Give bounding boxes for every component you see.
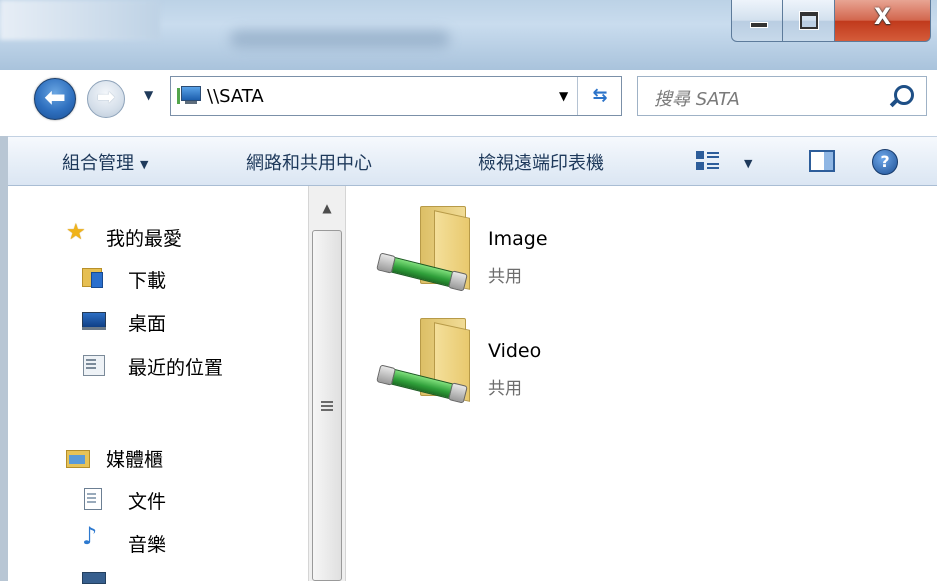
file-list: Image 共用 Video 共用 [346, 186, 937, 581]
desktop-icon [82, 312, 106, 330]
folder-name: Image [488, 228, 548, 250]
minimize-button[interactable] [731, 0, 783, 42]
forward-arrow-icon: ➡ [96, 85, 116, 110]
folder-type: 共用 [488, 379, 522, 399]
recent-places-icon [82, 354, 105, 376]
organize-label: 組合管理 [62, 153, 134, 174]
command-bar: 組合管理 ▼ 網路和共用中心 檢視遠端印表機 ▼ ? [8, 136, 937, 186]
address-dropdown-button[interactable]: ▼ [559, 89, 568, 103]
chevron-down-icon: ▼ [744, 156, 753, 170]
title-bar-blur-center [230, 30, 450, 48]
downloads-folder-icon [82, 266, 103, 288]
change-view-icon[interactable] [696, 151, 720, 173]
network-computer-icon [177, 86, 201, 106]
close-button[interactable]: X [835, 0, 931, 42]
preview-pane-icon[interactable] [809, 150, 835, 172]
libraries-icon [66, 450, 90, 468]
folder-type: 共用 [488, 267, 522, 287]
back-arrow-icon: ⬅ [44, 83, 66, 113]
refresh-button[interactable]: ⇆ [577, 77, 622, 115]
search-input[interactable]: 搜尋 SATA [654, 85, 740, 111]
views-dropdown-button[interactable]: ▼ [738, 152, 752, 173]
close-icon: X [874, 5, 891, 30]
address-path[interactable]: \\SATA [207, 86, 264, 107]
maximize-icon [800, 12, 818, 29]
refresh-icon: ⇆ [592, 85, 608, 106]
shared-folder-item[interactable]: Video 共用 [381, 298, 782, 408]
address-bar[interactable]: \\SATA ▼ ⇆ [170, 76, 622, 116]
sidebar-item-desktop[interactable]: 桌面 [128, 309, 166, 336]
back-button[interactable]: ⬅ [34, 78, 76, 120]
sidebar-item-music[interactable]: 音樂 [128, 530, 166, 557]
shared-folder-item[interactable]: Image 共用 [381, 186, 782, 296]
view-remote-printers-button[interactable]: 檢視遠端印表機 [478, 149, 604, 175]
documents-icon [84, 488, 102, 510]
window-left-edge [0, 136, 8, 581]
folder-name: Video [488, 340, 542, 362]
navigation-scrollbar[interactable]: ▲ [308, 186, 346, 581]
scroll-up-button[interactable]: ▲ [309, 186, 345, 230]
scroll-thumb[interactable] [312, 230, 342, 581]
chevron-down-icon: ▼ [140, 157, 149, 171]
help-icon[interactable]: ? [872, 149, 898, 175]
maximize-button[interactable] [783, 0, 835, 42]
sidebar-item-downloads[interactable]: 下載 [128, 266, 166, 293]
network-sharing-center-button[interactable]: 網路和共用中心 [246, 149, 372, 175]
sidebar-item-libraries[interactable]: 媒體櫃 [106, 445, 163, 472]
music-icon: ♪ [82, 522, 98, 550]
title-bar[interactable]: X [0, 0, 937, 70]
videos-icon [82, 572, 106, 584]
organize-menu-button[interactable]: 組合管理 ▼ [62, 149, 148, 175]
scroll-grip-icon [321, 401, 333, 403]
sidebar-item-favorites[interactable]: 我的最愛 [106, 224, 182, 251]
navigation-pane: ★ 我的最愛 下載 桌面 最近的位置 媒體櫃 文件 ♪ 音樂 [8, 186, 308, 584]
minimize-icon [750, 22, 768, 28]
sidebar-item-recent-places[interactable]: 最近的位置 [128, 353, 223, 380]
sidebar-item-documents[interactable]: 文件 [128, 487, 166, 514]
search-icon[interactable] [894, 85, 914, 105]
recent-pages-dropdown[interactable]: ▼ [144, 88, 153, 102]
search-box[interactable]: 搜尋 SATA [637, 76, 927, 116]
title-bar-blur-left [0, 0, 160, 40]
forward-button[interactable]: ➡ [87, 80, 125, 118]
star-icon: ★ [66, 220, 86, 245]
